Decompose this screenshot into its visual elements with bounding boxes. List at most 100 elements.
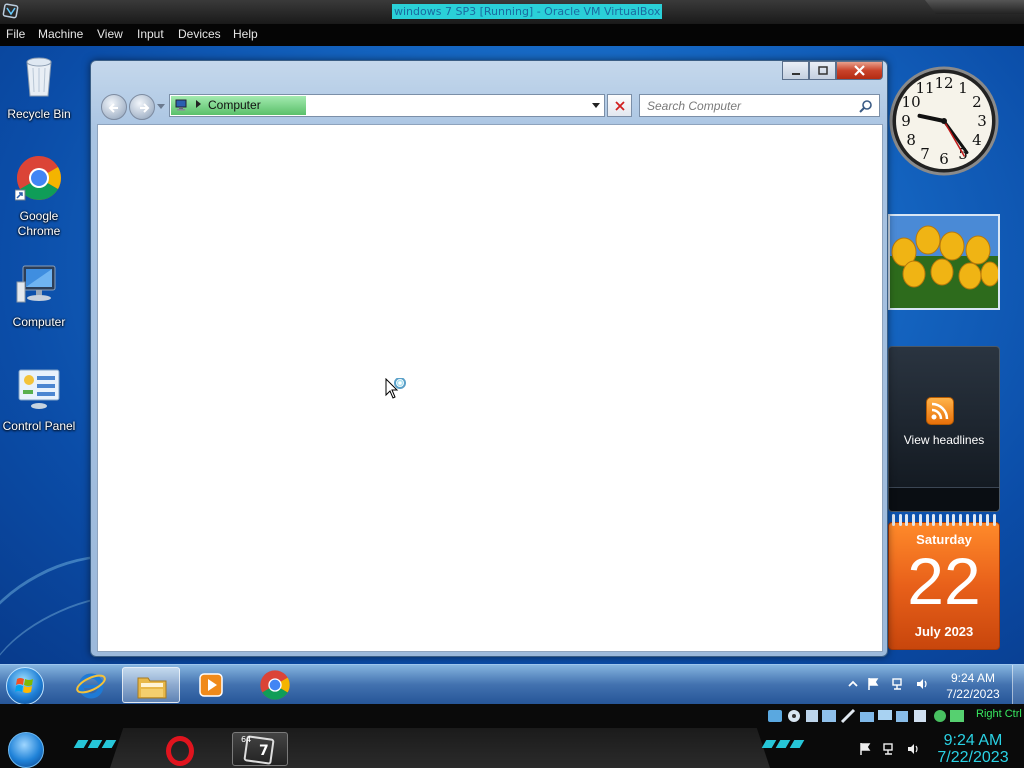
network-icon[interactable] [891, 677, 905, 691]
tulips-photo [890, 216, 998, 308]
clock-gadget[interactable]: 123456789101112 [888, 58, 1000, 184]
address-bar[interactable]: Computer [169, 94, 605, 117]
clock-numeral: 4 [972, 131, 982, 149]
opera-icon[interactable] [166, 736, 194, 766]
chrome-icon [14, 156, 61, 201]
busy-cursor-icon [385, 378, 406, 399]
back-button[interactable] [101, 94, 127, 120]
calendar-rings [892, 514, 996, 526]
windows-explorer-icon [137, 677, 167, 699]
display-icon [878, 710, 892, 720]
taskbar-date: 7/22/2023 [946, 687, 1000, 701]
stop-loading-button[interactable] [607, 94, 632, 117]
host-time: 9:24 AM [943, 732, 1003, 749]
taskbar-internet-explorer[interactable] [62, 667, 120, 703]
network-adapter-icon [822, 710, 836, 722]
media-player-icon [199, 673, 223, 697]
calendar-month: July 2023 [914, 624, 974, 639]
start-button[interactable] [6, 667, 44, 705]
host-date: 7/22/2023 [937, 749, 1009, 766]
host-title-bar: windows 7 SP3 [Running] - Oracle VM Virt… [0, 0, 1024, 24]
calendar-gadget[interactable]: Saturday 22 July 2023 [888, 514, 1000, 650]
usb-icon [840, 708, 856, 724]
recent-pages-dropdown[interactable] [157, 104, 165, 110]
taskbar-clock[interactable]: 9:24 AM 7/22/2023 [942, 670, 1004, 702]
optical-drive-icon [788, 710, 800, 722]
recording-icon [896, 711, 908, 722]
deco-dash [73, 740, 89, 748]
show-desktop-button[interactable] [1012, 665, 1024, 705]
window-controls [782, 61, 883, 80]
desktop-icon-computer[interactable]: Computer [0, 260, 78, 330]
host-dock [110, 728, 770, 768]
forward-button[interactable] [129, 94, 155, 120]
feed-headlines-gadget[interactable]: View headlines [888, 346, 1000, 512]
host-start-button[interactable] [8, 732, 44, 768]
menu-devices[interactable]: Devices [178, 27, 221, 41]
desktop-icon-label: Control Panel [2, 419, 76, 433]
menu-help[interactable]: Help [233, 27, 258, 41]
host-volume-icon[interactable] [906, 742, 920, 756]
mouse-integration-icon [934, 710, 946, 722]
action-center-flag-icon[interactable] [866, 677, 880, 691]
explorer-window: Computer [90, 60, 888, 657]
feed-toolbar [889, 487, 999, 511]
clock-numeral: 2 [972, 93, 982, 111]
taskbar-media-player[interactable] [182, 667, 240, 703]
search-box[interactable] [639, 94, 880, 117]
deco-dash [87, 740, 103, 748]
computer-icon [16, 265, 56, 303]
deco-dash [775, 740, 791, 748]
desktop-icon-control-panel[interactable]: Control Panel [0, 364, 78, 434]
menu-machine[interactable]: Machine [38, 27, 83, 41]
host-virtualbox-task[interactable]: 64 7 [232, 732, 288, 766]
virtualbox-icon [2, 3, 19, 19]
clock-numeral: 1 [958, 79, 968, 97]
show-hidden-icons-icon[interactable] [846, 677, 860, 691]
maximize-icon [817, 65, 828, 75]
vbox-badge: 64 [241, 735, 252, 744]
deco-dash [761, 740, 777, 748]
taskbar-windows-explorer[interactable] [122, 667, 180, 703]
menu-file[interactable]: File [6, 27, 25, 41]
chrome-icon [260, 670, 290, 700]
clock-numeral: 9 [901, 112, 911, 130]
computer-small-icon [175, 99, 187, 111]
search-icon[interactable] [859, 99, 873, 113]
desktop-icon-google-chrome[interactable]: Google Chrome [0, 154, 78, 239]
minimize-button[interactable] [782, 61, 809, 80]
address-dropdown-icon[interactable] [592, 103, 600, 108]
clock-numeral: 12 [934, 74, 953, 92]
desktop-icon-recycle-bin[interactable]: Recycle Bin [0, 52, 78, 122]
deco-dash [101, 740, 117, 748]
breadcrumb-chevron-icon[interactable] [196, 100, 201, 108]
desktop-icon-label: Computer [12, 315, 66, 329]
search-input[interactable] [640, 95, 855, 116]
clock-numeral: 7 [920, 145, 930, 163]
title-decoration [925, 0, 1024, 14]
explorer-content-pane[interactable] [97, 124, 883, 652]
host-network-icon[interactable] [882, 742, 896, 756]
slideshow-gadget[interactable] [888, 214, 1000, 310]
volume-icon[interactable] [915, 677, 929, 691]
host-flag-icon[interactable] [858, 742, 872, 756]
menu-input[interactable]: Input [137, 27, 164, 41]
minimize-icon [791, 72, 800, 75]
view-headlines-link[interactable]: View headlines [889, 433, 999, 447]
rss-icon [926, 397, 954, 425]
vbox-badge-number: 7 [259, 743, 269, 759]
clock-numeral: 11 [915, 79, 934, 97]
close-icon [854, 65, 865, 76]
maximize-button[interactable] [809, 61, 836, 80]
keyboard-capture-icon [950, 710, 964, 722]
menu-view[interactable]: View [97, 27, 123, 41]
close-button[interactable] [836, 61, 883, 80]
back-arrow-icon [108, 103, 118, 113]
calendar-day: 22 [907, 544, 981, 618]
host-clock[interactable]: 9:24 AM 7/22/2023 [936, 732, 1010, 766]
cpu-icon [914, 710, 926, 722]
taskbar-chrome[interactable] [246, 667, 304, 703]
clock-numeral: 6 [939, 150, 949, 168]
desktop-icon-label: Google Chrome [17, 209, 61, 238]
breadcrumb-computer[interactable]: Computer [208, 98, 261, 112]
